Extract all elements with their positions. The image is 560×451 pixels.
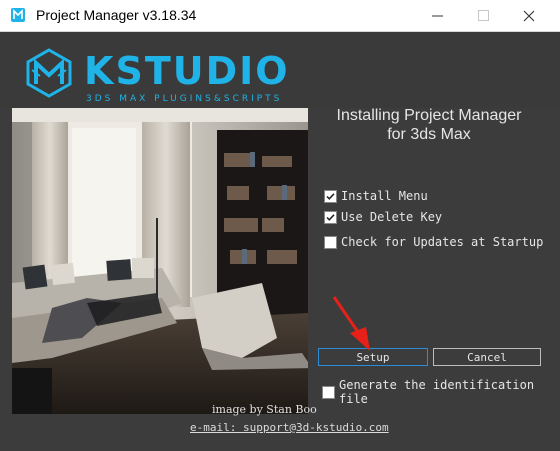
minimize-icon[interactable] <box>414 0 460 31</box>
app-icon <box>10 7 26 23</box>
logo-subtitle: 3DS MAX PLUGINS&SCRIPTS <box>86 94 283 104</box>
maximize-icon[interactable] <box>460 0 506 31</box>
install-menu-option[interactable]: Install Menu <box>324 189 428 203</box>
support-email-link[interactable]: e-mail: support@3d-kstudio.com <box>190 421 389 434</box>
install-menu-label: Install Menu <box>341 189 428 203</box>
kstudio-logo-icon <box>26 48 72 98</box>
image-credit: image by Stan Boo <box>212 403 317 416</box>
generate-id-file-option[interactable]: Generate the identification file <box>322 378 560 406</box>
install-heading-line2: for 3ds Max <box>387 126 471 143</box>
red-arrow-annotation <box>332 296 370 351</box>
logo-banner: KSTUDIO 3DS MAX PLUGINS&SCRIPTS <box>0 32 560 108</box>
check-updates-option[interactable]: Check for Updates at Startup <box>324 235 543 249</box>
logo-wordmark: KSTUDIO <box>84 49 290 93</box>
title-bar: Project Manager v3.18.34 <box>0 0 560 32</box>
cancel-button[interactable]: Cancel <box>433 348 541 366</box>
install-heading: Installing Project Manager for 3ds Max <box>318 106 540 144</box>
check-updates-checkbox[interactable] <box>324 235 337 249</box>
use-delete-key-option[interactable]: Use Delete Key <box>324 210 442 224</box>
interior-photo <box>12 108 308 414</box>
installer-window: Project Manager v3.18.34 KSTUDIO 3DS MAX… <box>0 0 560 451</box>
generate-id-file-label: Generate the identification file <box>339 378 535 406</box>
window-title: Project Manager v3.18.34 <box>36 7 197 23</box>
check-updates-label: Check for Updates at Startup <box>341 235 544 249</box>
install-menu-checkbox[interactable] <box>324 189 337 203</box>
close-icon[interactable] <box>506 0 552 31</box>
use-delete-key-label: Use Delete Key <box>341 210 443 224</box>
generate-id-file-checkbox[interactable] <box>322 385 335 399</box>
install-heading-line1: Installing Project Manager <box>336 107 522 124</box>
use-delete-key-checkbox[interactable] <box>324 210 337 224</box>
